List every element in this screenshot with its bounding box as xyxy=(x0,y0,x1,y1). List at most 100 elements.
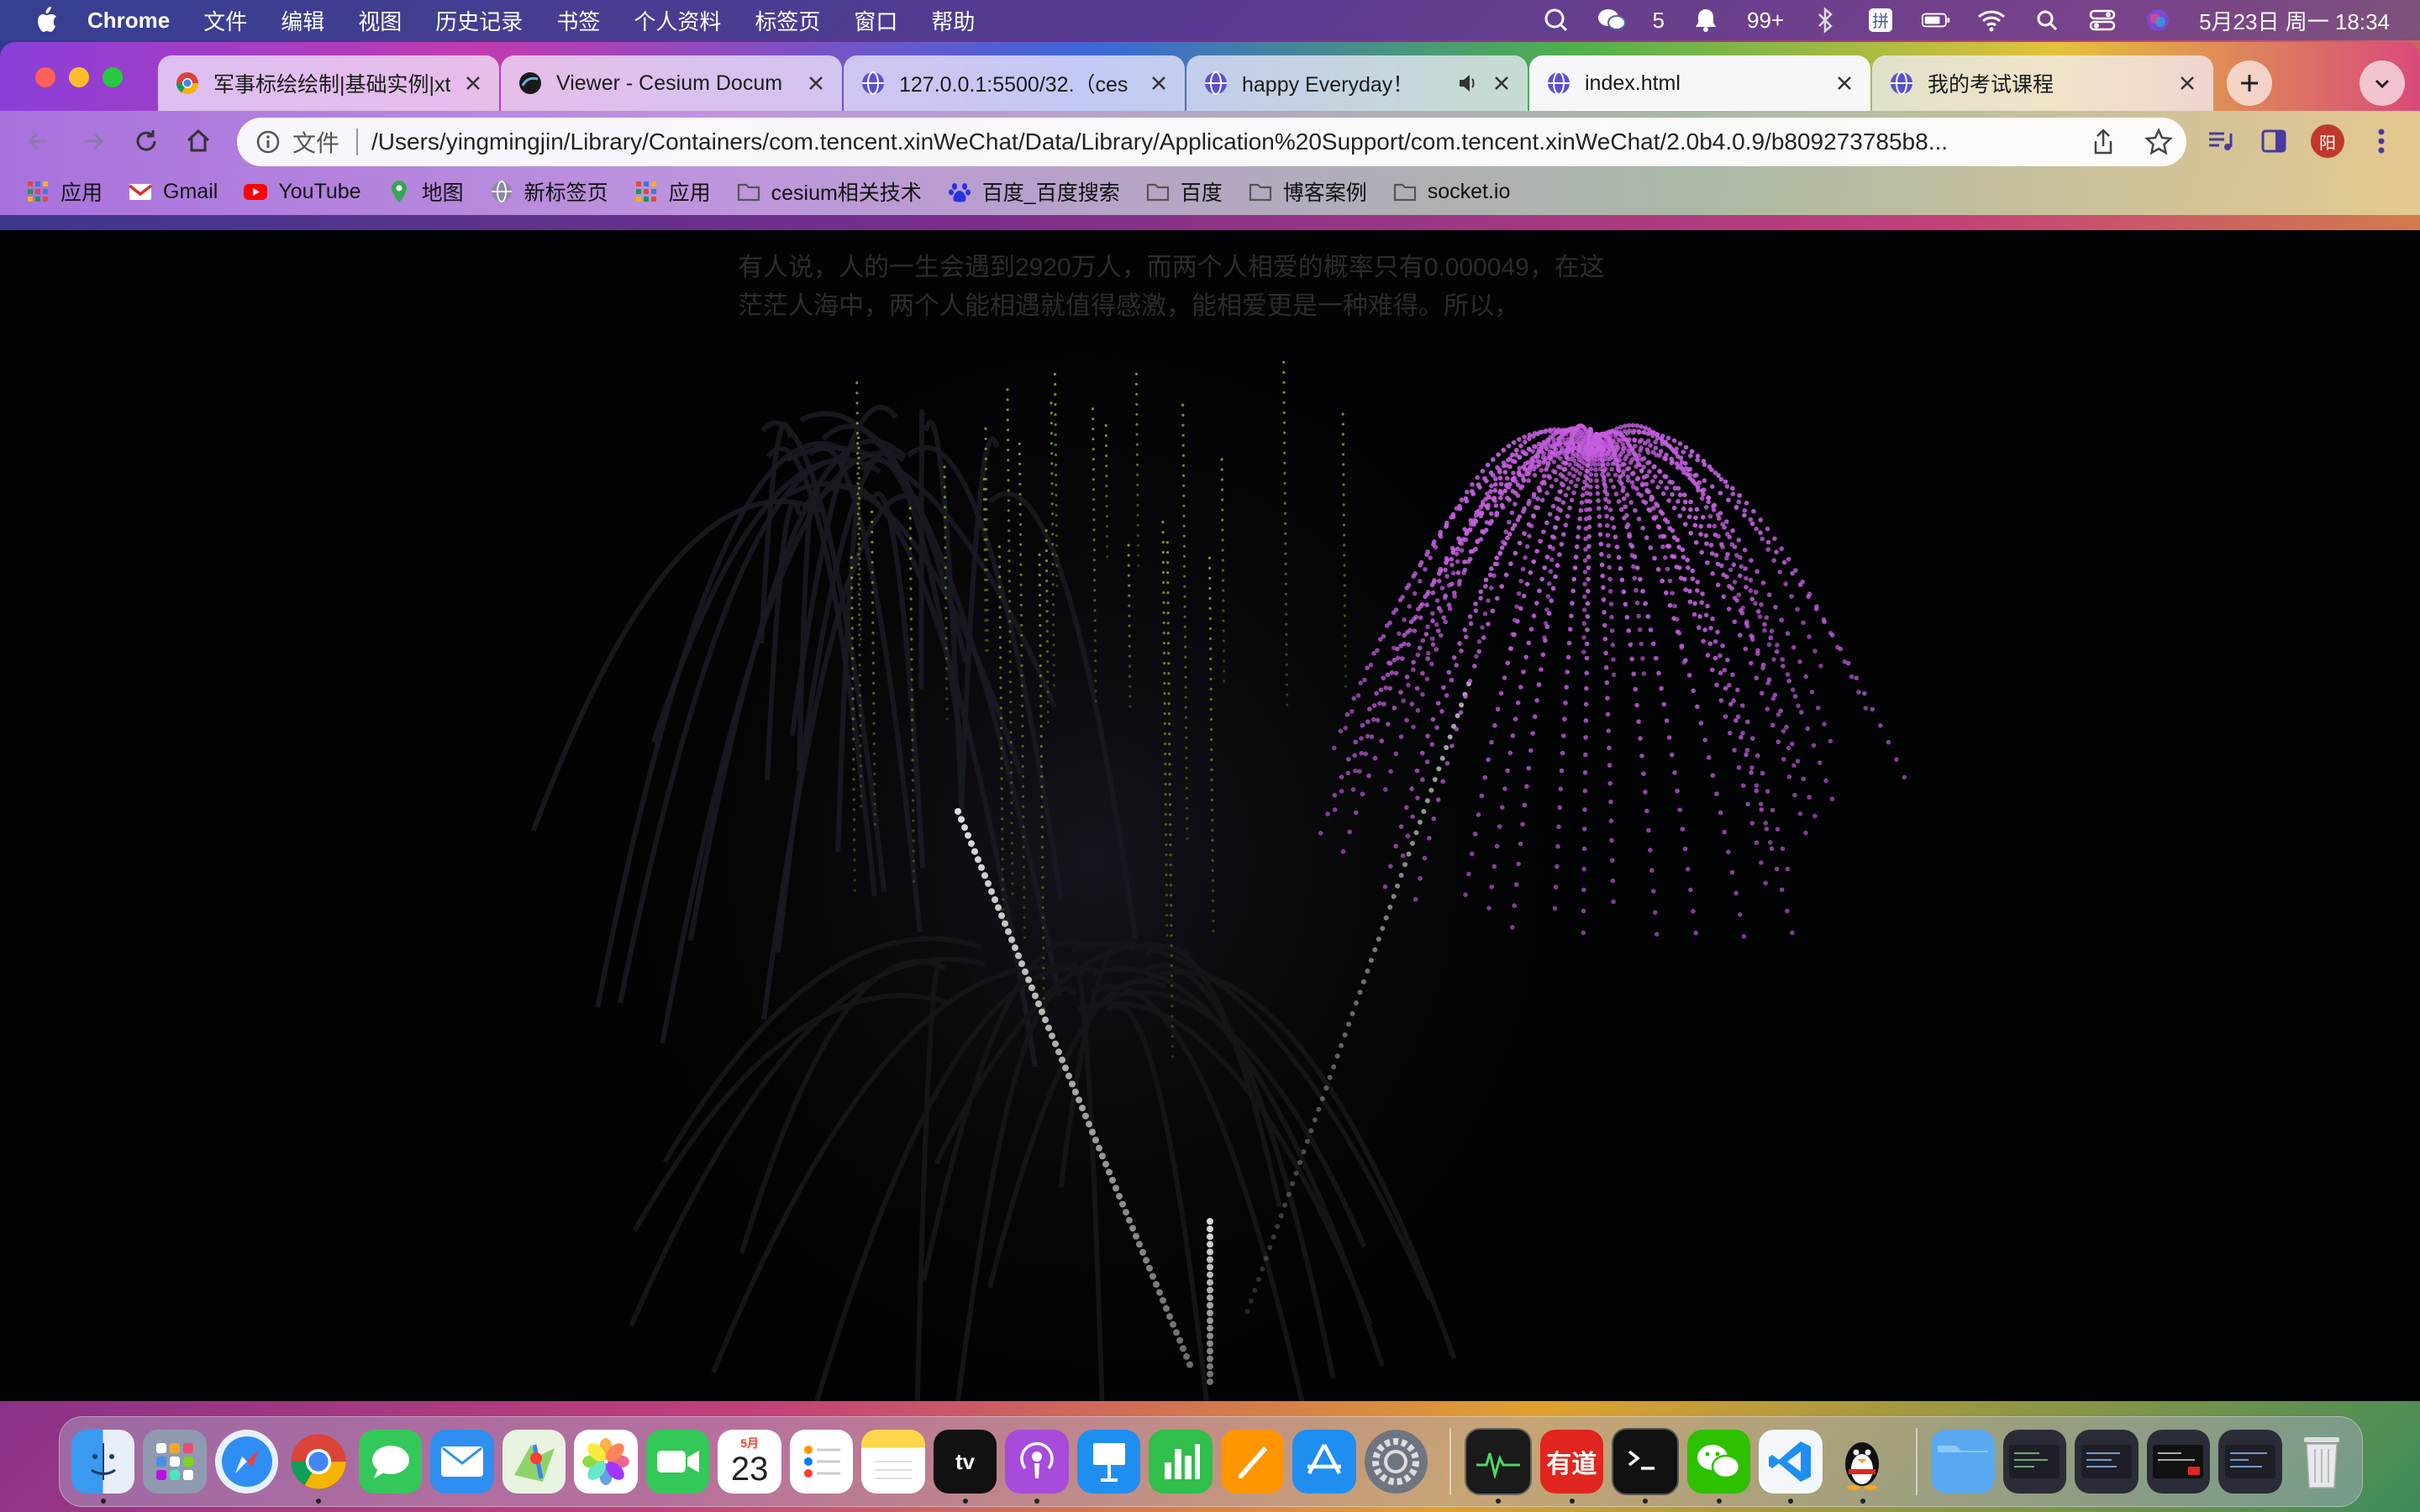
reading-list-button[interactable] xyxy=(2202,123,2238,160)
menu-history[interactable]: 历史记录 xyxy=(435,5,523,36)
dock-finder[interactable] xyxy=(71,1430,135,1504)
dock-minimized-window-2[interactable] xyxy=(2075,1430,2139,1494)
dock-system-preferences[interactable] xyxy=(1364,1430,1428,1494)
chrome-menu-button[interactable] xyxy=(2363,123,2400,160)
dock-calendar[interactable]: 5月 23 xyxy=(718,1430,781,1494)
tab-audio-speaker-icon[interactable] xyxy=(1457,72,1479,94)
dock-numbers[interactable] xyxy=(1149,1430,1213,1494)
tab-close-icon[interactable] xyxy=(2178,74,2196,92)
dock-chrome[interactable] xyxy=(287,1430,350,1504)
dock-trash[interactable] xyxy=(2291,1430,2354,1494)
tab-search-button[interactable] xyxy=(2360,60,2405,106)
dock-downloads-folder[interactable] xyxy=(1931,1430,1995,1494)
tab-index-html[interactable]: index.html xyxy=(1529,55,1870,111)
tab-close-icon[interactable] xyxy=(1150,74,1168,92)
siri-icon[interactable] xyxy=(2144,6,2172,34)
dock-minimized-window-1[interactable] xyxy=(2002,1430,2067,1494)
bookmark-new-tab[interactable]: 新标签页 xyxy=(489,176,608,207)
dock-pages[interactable] xyxy=(1220,1430,1285,1494)
tab-close-icon[interactable] xyxy=(464,74,482,92)
menu-profiles[interactable]: 个人资料 xyxy=(634,5,721,36)
battery-icon[interactable] xyxy=(1922,6,1950,34)
dock-terminal[interactable] xyxy=(1612,1428,1679,1504)
bookmark-baidu-search[interactable]: 百度_百度搜索 xyxy=(947,176,1120,207)
bookmark-gmail[interactable]: Gmail xyxy=(128,179,218,204)
control-center-icon[interactable] xyxy=(2088,6,2117,34)
dock-minimized-window-3[interactable] xyxy=(2146,1430,2211,1494)
tab-close-icon[interactable] xyxy=(1492,74,1511,92)
menubar-clock[interactable]: 5月23日 周一 18:34 xyxy=(2199,5,2390,36)
dock-facetime[interactable] xyxy=(645,1430,710,1494)
menu-help[interactable]: 帮助 xyxy=(931,5,975,36)
dock-youdao[interactable]: 有道 xyxy=(1539,1430,1604,1504)
menu-window[interactable]: 窗口 xyxy=(854,5,897,36)
window-close-button[interactable] xyxy=(35,67,55,87)
bookmark-folder-blog-cases[interactable]: 博客案例 xyxy=(1248,176,1367,207)
menu-file[interactable]: 文件 xyxy=(203,5,247,36)
dock-safari[interactable] xyxy=(214,1430,279,1494)
tab-exam-courses[interactable]: 我的考试课程 xyxy=(1872,55,2213,111)
forward-button[interactable] xyxy=(74,123,111,160)
dock-reminders[interactable] xyxy=(789,1430,854,1494)
tab-localhost[interactable]: 127.0.0.1:5500/32.（ces xyxy=(844,55,1185,111)
purple-spark xyxy=(1755,609,1761,614)
address-url-text[interactable]: /Users/yingmingjin/Library/Containers/co… xyxy=(371,129,2075,155)
bookmark-apps[interactable]: 应用 xyxy=(25,176,103,207)
dock-launchpad[interactable] xyxy=(143,1430,207,1494)
menu-view[interactable]: 视图 xyxy=(358,5,402,36)
bluetooth-off-icon[interactable] xyxy=(1811,6,1839,34)
dock-podcasts[interactable] xyxy=(1005,1430,1069,1504)
dock-qq[interactable] xyxy=(1831,1430,1894,1504)
dock-maps[interactable] xyxy=(502,1430,566,1494)
window-zoom-button[interactable] xyxy=(103,67,123,87)
qq-browser-icon[interactable] xyxy=(1542,6,1570,34)
dock-mail[interactable] xyxy=(430,1430,494,1494)
new-tab-button[interactable] xyxy=(2227,60,2272,106)
menu-bookmarks[interactable]: 书签 xyxy=(556,5,600,36)
reload-button[interactable] xyxy=(128,123,165,160)
bell-icon[interactable] xyxy=(1691,6,1720,34)
input-method-icon[interactable]: 拼 xyxy=(1866,6,1895,34)
bookmark-star-icon[interactable] xyxy=(2144,128,2173,156)
wifi-icon[interactable] xyxy=(1977,6,2006,34)
bookmark-apps-2[interactable]: 应用 xyxy=(634,176,711,207)
dock-keynote[interactable] xyxy=(1076,1430,1141,1494)
wechat-status-icon[interactable] xyxy=(1597,6,1626,34)
tab-close-icon[interactable] xyxy=(807,74,825,92)
window-minimize-button[interactable] xyxy=(69,67,89,87)
menu-edit[interactable]: 编辑 xyxy=(281,5,324,36)
apple-logo-icon[interactable] xyxy=(34,6,59,34)
bookmark-youtube[interactable]: YouTube xyxy=(243,179,361,204)
back-button[interactable] xyxy=(20,123,57,160)
purple-spark xyxy=(1725,552,1730,557)
dock-notes[interactable] xyxy=(861,1430,925,1494)
share-icon[interactable] xyxy=(2089,128,2118,156)
dock-minimized-window-4[interactable] xyxy=(2218,1430,2282,1494)
dock-photos[interactable] xyxy=(574,1430,638,1494)
bookmark-folder-socketio[interactable]: socket.io xyxy=(1392,179,1510,204)
bookmark-folder-baidu[interactable]: 百度 xyxy=(1145,176,1223,207)
app-menu-chrome[interactable]: Chrome xyxy=(87,8,170,34)
site-info-icon[interactable] xyxy=(255,129,281,155)
bookmark-folder-cesium[interactable]: cesium相关技术 xyxy=(736,176,922,207)
dock-apple-tv[interactable]: tv xyxy=(933,1430,997,1504)
dock-wechat[interactable] xyxy=(1686,1430,1751,1504)
dock-vscode[interactable] xyxy=(1759,1430,1823,1504)
menu-tabs[interactable]: 标签页 xyxy=(755,5,820,36)
profile-button[interactable]: 阳 xyxy=(2309,123,2346,160)
spotlight-search-icon[interactable] xyxy=(2033,6,2061,34)
fireworks-canvas[interactable] xyxy=(0,230,2420,1401)
purple-spark xyxy=(1412,617,1417,622)
bookmark-maps[interactable]: 地图 xyxy=(387,176,464,207)
home-button[interactable] xyxy=(180,123,217,160)
side-panel-button[interactable] xyxy=(2255,123,2292,160)
dock-app-store[interactable] xyxy=(1292,1430,1356,1494)
dock-messages[interactable] xyxy=(358,1430,423,1494)
tab-military-plotting[interactable]: 军事标绘绘制|基础实例|xt xyxy=(158,55,499,111)
dock-activity-monitor[interactable] xyxy=(1465,1428,1532,1504)
address-bar[interactable]: 文件 /Users/yingmingjin/Library/Containers… xyxy=(237,118,2186,166)
tab-happy-everyday[interactable]: happy Everyday！ xyxy=(1186,55,1528,111)
tab-close-icon[interactable] xyxy=(1835,74,1854,92)
tab-cesium-viewer[interactable]: Viewer - Cesium Docum xyxy=(501,55,842,111)
purple-spark xyxy=(1382,884,1388,890)
